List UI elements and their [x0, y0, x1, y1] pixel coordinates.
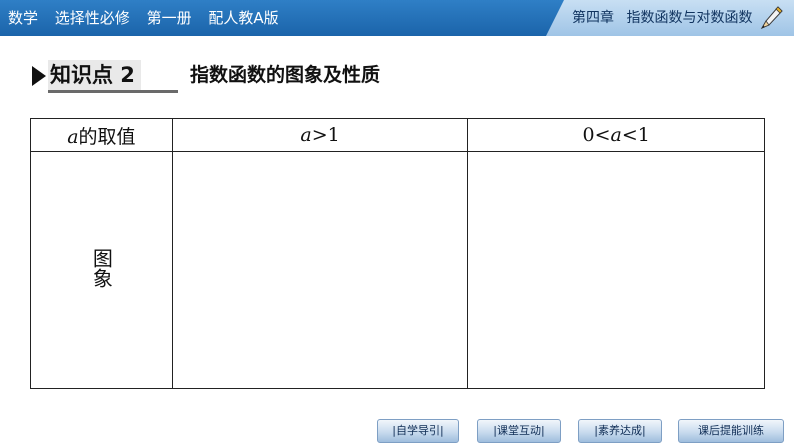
graph-cell-a-greater-1	[171, 151, 469, 389]
header-cell-a-range: a的取值	[30, 118, 173, 152]
table-row-graph: 图象	[30, 151, 765, 389]
graph-cell-a-between-0-1	[467, 151, 765, 389]
header-upper-bound: <1	[621, 124, 650, 146]
row-label-cell: 图象	[30, 151, 173, 389]
subject-label: 数学	[8, 9, 39, 27]
volume-label: 第一册	[146, 9, 192, 27]
var-a: a	[300, 124, 312, 146]
header-lower-bound: 0<	[582, 124, 611, 146]
module-label: 选择性必修	[54, 9, 130, 27]
var-a: a	[67, 125, 79, 148]
triangle-bullet-icon	[32, 66, 46, 86]
nav-button-literacy-achievement[interactable]: |素养达成|	[578, 419, 662, 443]
row-label-graph: 图象	[89, 248, 114, 288]
exponential-function-table: a的取值 a>1 0<a<1 图象	[30, 118, 765, 389]
nav-button-classroom-interaction[interactable]: |课堂互动|	[477, 419, 561, 443]
course-info: 数学 选择性必修 第一册 配人教A版	[8, 0, 291, 36]
table-header-row: a的取值 a>1 0<a<1	[30, 118, 765, 152]
section-title: 指数函数的图象及性质	[190, 64, 381, 86]
header-cell-a-greater-1: a>1	[171, 118, 469, 152]
header-greater-1-text: >1	[311, 124, 340, 146]
nav-button-after-class-training[interactable]: 课后提能训练	[678, 419, 784, 443]
header-a-range-text: 的取值	[78, 125, 136, 148]
knowledge-point-underline	[48, 90, 178, 93]
nav-button-self-study[interactable]: |自学导引|	[377, 419, 459, 443]
edition-label: 配人教A版	[208, 9, 279, 27]
knowledge-point-label: 知识点 2	[48, 60, 141, 90]
var-a: a	[610, 124, 622, 146]
chapter-number: 第四章	[572, 10, 614, 26]
chapter-panel: 第四章 指数函数与对数函数	[546, 0, 794, 36]
header-cell-a-between-0-1: 0<a<1	[467, 118, 765, 152]
chapter-title: 指数函数与对数函数	[626, 10, 753, 26]
top-header-bar: 数学 选择性必修 第一册 配人教A版 第四章 指数函数与对数函数	[0, 0, 794, 36]
pencil-icon	[760, 6, 783, 30]
